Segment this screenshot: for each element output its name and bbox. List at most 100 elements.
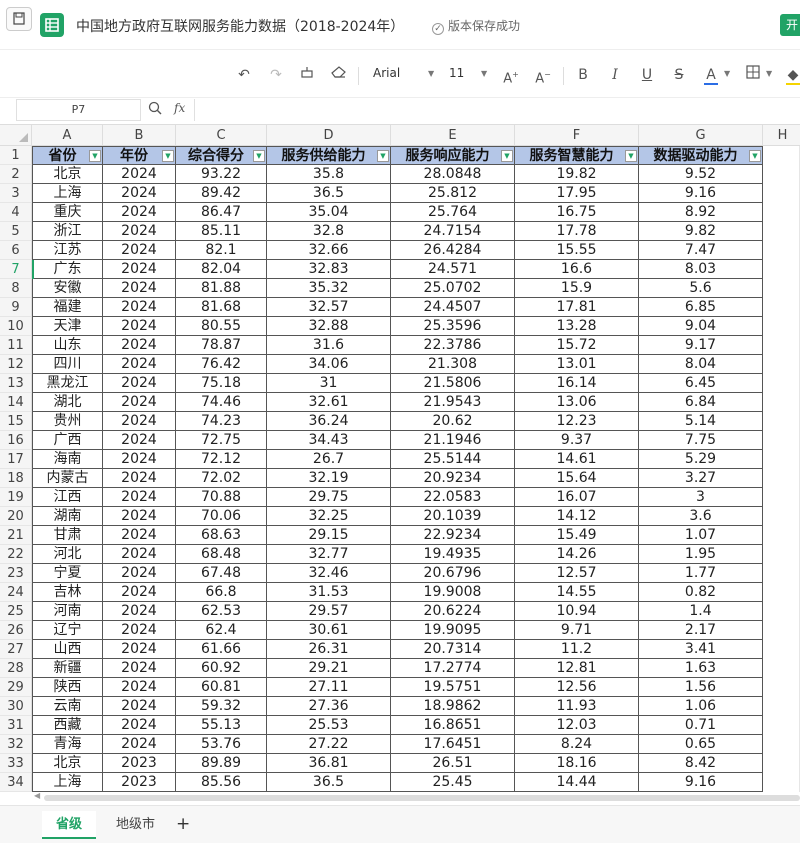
data-cell[interactable]: 25.812 — [391, 184, 515, 203]
data-cell[interactable]: 8.92 — [639, 203, 763, 222]
data-cell[interactable]: 29.57 — [267, 602, 391, 621]
data-cell[interactable]: 2024 — [103, 621, 176, 640]
bold-icon[interactable]: B — [576, 65, 590, 85]
data-cell[interactable]: 24.7154 — [391, 222, 515, 241]
data-cell[interactable]: 22.9234 — [391, 526, 515, 545]
data-cell[interactable]: 12.03 — [515, 716, 639, 735]
undo-icon[interactable]: ↶ — [236, 65, 252, 85]
row-header[interactable]: 8 — [0, 279, 32, 298]
data-cell[interactable]: 27.22 — [267, 735, 391, 754]
data-cell[interactable]: 60.92 — [176, 659, 267, 678]
data-cell[interactable]: 93.22 — [176, 165, 267, 184]
data-cell[interactable]: 21.5806 — [391, 374, 515, 393]
font-color-icon[interactable]: A — [704, 65, 718, 85]
filter-dropdown-icon[interactable]: ▼ — [749, 150, 761, 162]
data-cell[interactable]: 2023 — [103, 754, 176, 773]
data-cell[interactable]: 78.87 — [176, 336, 267, 355]
data-cell[interactable]: 江西 — [32, 488, 103, 507]
header-cell[interactable]: 省份 ▼ — [32, 146, 103, 165]
data-cell[interactable]: 81.88 — [176, 279, 267, 298]
data-cell[interactable]: 青海 — [32, 735, 103, 754]
data-cell[interactable]: 21.1946 — [391, 431, 515, 450]
data-cell[interactable]: 2024 — [103, 184, 176, 203]
data-cell[interactable]: 海南 — [32, 450, 103, 469]
data-cell[interactable]: 8.04 — [639, 355, 763, 374]
data-cell[interactable]: 1.77 — [639, 564, 763, 583]
data-cell[interactable]: 81.68 — [176, 298, 267, 317]
data-cell[interactable]: 2024 — [103, 716, 176, 735]
data-cell[interactable]: 72.12 — [176, 450, 267, 469]
font-size-select[interactable]: 11 — [449, 66, 464, 80]
data-cell[interactable]: 32.61 — [267, 393, 391, 412]
data-cell[interactable]: 宁夏 — [32, 564, 103, 583]
filter-dropdown-icon[interactable]: ▼ — [162, 150, 174, 162]
data-cell[interactable]: 15.64 — [515, 469, 639, 488]
data-cell[interactable]: 西藏 — [32, 716, 103, 735]
data-cell[interactable]: 1.4 — [639, 602, 763, 621]
chevron-down-icon[interactable]: ▼ — [481, 69, 487, 78]
data-cell[interactable]: 安徽 — [32, 279, 103, 298]
data-cell[interactable]: 1.06 — [639, 697, 763, 716]
data-cell[interactable]: 35.32 — [267, 279, 391, 298]
italic-icon[interactable]: I — [608, 65, 622, 85]
data-cell[interactable]: 天津 — [32, 317, 103, 336]
data-cell[interactable]: 2024 — [103, 203, 176, 222]
data-cell[interactable]: 7.47 — [639, 241, 763, 260]
data-cell[interactable]: 17.6451 — [391, 735, 515, 754]
data-cell[interactable]: 35.8 — [267, 165, 391, 184]
data-cell[interactable]: 新疆 — [32, 659, 103, 678]
data-cell[interactable]: 53.76 — [176, 735, 267, 754]
data-cell[interactable]: 1.07 — [639, 526, 763, 545]
data-cell[interactable]: 0.82 — [639, 583, 763, 602]
data-cell[interactable]: 16.14 — [515, 374, 639, 393]
data-cell[interactable]: 北京 — [32, 754, 103, 773]
data-cell[interactable]: 1.95 — [639, 545, 763, 564]
data-cell[interactable]: 河南 — [32, 602, 103, 621]
column-header[interactable]: G — [639, 125, 763, 146]
data-cell[interactable]: 29.15 — [267, 526, 391, 545]
row-header[interactable]: 21 — [0, 526, 32, 545]
data-cell[interactable]: 5.29 — [639, 450, 763, 469]
save-icon[interactable] — [6, 7, 32, 31]
format-painter-icon[interactable] — [299, 65, 315, 85]
data-cell[interactable]: 0.71 — [639, 716, 763, 735]
data-cell[interactable]: 贵州 — [32, 412, 103, 431]
data-cell[interactable]: 19.5751 — [391, 678, 515, 697]
data-cell[interactable]: 3.6 — [639, 507, 763, 526]
data-cell[interactable]: 10.94 — [515, 602, 639, 621]
data-cell[interactable]: 2024 — [103, 260, 176, 279]
data-cell[interactable]: 9.37 — [515, 431, 639, 450]
data-cell[interactable]: 浙江 — [32, 222, 103, 241]
data-cell[interactable]: 9.16 — [639, 773, 763, 792]
data-cell[interactable]: 12.23 — [515, 412, 639, 431]
data-cell[interactable]: 5.14 — [639, 412, 763, 431]
data-cell[interactable]: 75.18 — [176, 374, 267, 393]
data-cell[interactable]: 89.89 — [176, 754, 267, 773]
row-header[interactable]: 16 — [0, 431, 32, 450]
data-cell[interactable]: 32.57 — [267, 298, 391, 317]
search-icon[interactable] — [148, 101, 162, 119]
row-header[interactable]: 13 — [0, 374, 32, 393]
data-cell[interactable]: 辽宁 — [32, 621, 103, 640]
data-cell[interactable]: 61.66 — [176, 640, 267, 659]
data-cell[interactable]: 62.4 — [176, 621, 267, 640]
header-cell[interactable]: 数据驱动能力 ▼ — [639, 146, 763, 165]
row-header[interactable]: 4 — [0, 203, 32, 222]
data-cell[interactable]: 14.61 — [515, 450, 639, 469]
data-cell[interactable]: 32.25 — [267, 507, 391, 526]
data-cell[interactable]: 55.13 — [176, 716, 267, 735]
data-cell[interactable]: 15.55 — [515, 241, 639, 260]
data-cell[interactable]: 2024 — [103, 583, 176, 602]
data-cell[interactable]: 2024 — [103, 678, 176, 697]
data-cell[interactable]: 35.04 — [267, 203, 391, 222]
data-cell[interactable]: 16.8651 — [391, 716, 515, 735]
data-cell[interactable]: 59.32 — [176, 697, 267, 716]
data-cell[interactable]: 17.78 — [515, 222, 639, 241]
column-header[interactable]: B — [103, 125, 176, 146]
row-header[interactable]: 17 — [0, 450, 32, 469]
row-header[interactable]: 20 — [0, 507, 32, 526]
data-cell[interactable]: 北京 — [32, 165, 103, 184]
function-icon[interactable]: fx — [174, 101, 185, 115]
data-cell[interactable]: 2024 — [103, 564, 176, 583]
data-cell[interactable]: 25.0702 — [391, 279, 515, 298]
